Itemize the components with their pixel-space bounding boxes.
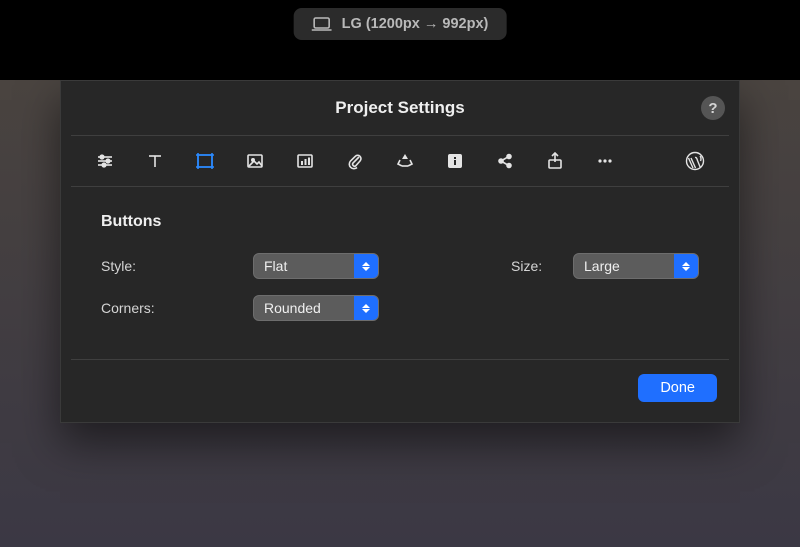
- corners-select[interactable]: Rounded: [253, 295, 379, 321]
- tab-more[interactable]: [585, 146, 625, 176]
- style-value: Flat: [254, 258, 354, 274]
- project-settings-dialog: Project Settings ?: [60, 80, 740, 423]
- section-title: Buttons: [101, 213, 699, 231]
- laptop-icon: [312, 17, 332, 31]
- size-value: Large: [574, 258, 674, 274]
- dialog-title: Project Settings: [335, 98, 464, 118]
- style-label: Style:: [101, 258, 241, 274]
- tab-image[interactable]: [235, 146, 275, 176]
- size-select[interactable]: Large: [573, 253, 699, 279]
- corners-value: Rounded: [254, 300, 354, 316]
- help-icon: ?: [708, 100, 717, 117]
- tab-info[interactable]: [435, 146, 475, 176]
- chevron-updown-icon: [674, 254, 698, 278]
- tab-attachment[interactable]: [335, 146, 375, 176]
- size-label: Size:: [511, 258, 561, 274]
- chevron-updown-icon: [354, 296, 378, 320]
- style-select[interactable]: Flat: [253, 253, 379, 279]
- done-button[interactable]: Done: [638, 374, 717, 402]
- buttons-panel: Buttons Style: Flat Size: Large Corners: [71, 187, 729, 360]
- help-button[interactable]: ?: [701, 96, 725, 120]
- tab-upload[interactable]: [535, 146, 575, 176]
- breakpoint-indicator[interactable]: LG (1200px → 992px): [294, 8, 507, 40]
- tab-recycle[interactable]: [385, 146, 425, 176]
- tab-sliders[interactable]: [85, 146, 125, 176]
- tab-share[interactable]: [485, 146, 525, 176]
- tab-chart[interactable]: [285, 146, 325, 176]
- tab-wordpress[interactable]: [675, 146, 715, 176]
- tab-text[interactable]: [135, 146, 175, 176]
- chevron-updown-icon: [354, 254, 378, 278]
- breakpoint-label: LG (1200px → 992px): [342, 16, 489, 32]
- dialog-header: Project Settings ?: [61, 81, 739, 135]
- corners-label: Corners:: [101, 300, 241, 316]
- dialog-footer: Done: [61, 360, 739, 422]
- settings-toolbar: [71, 135, 729, 187]
- tab-frame[interactable]: [185, 146, 225, 176]
